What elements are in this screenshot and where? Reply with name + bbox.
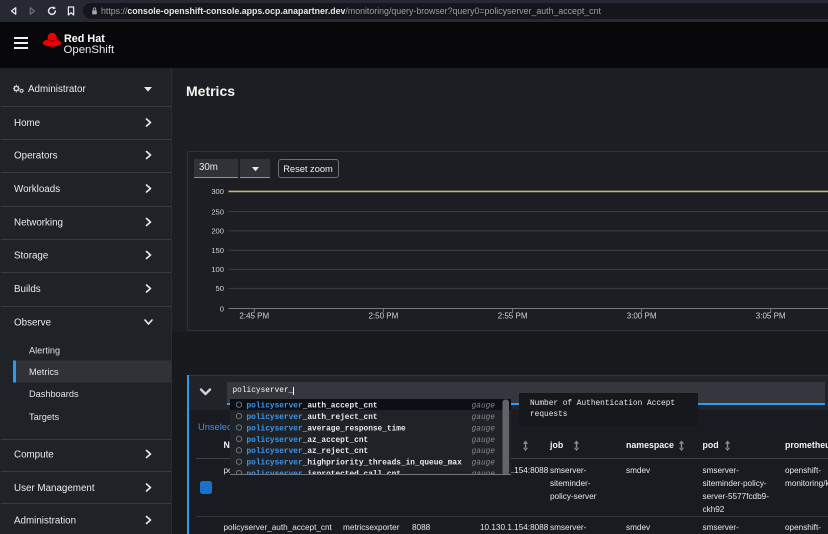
svg-text:gauge: gauge (472, 402, 496, 410)
svg-text:policyserver: policyserver (247, 471, 303, 476)
svg-text:_auth_accept_cnt: _auth_accept_cnt (302, 402, 378, 410)
svg-text:_auth_reject_cnt: _auth_reject_cnt (302, 414, 378, 422)
svg-text:gauge: gauge (472, 471, 496, 476)
svg-text:policyserver: policyserver (247, 425, 303, 433)
svg-text:policyserver: policyserver (247, 402, 303, 410)
svg-text:policyserver: policyserver (247, 448, 303, 456)
svg-text:gauge: gauge (472, 425, 496, 433)
svg-text:_az_reject_cnt: _az_reject_cnt (302, 448, 369, 456)
svg-text:_isprotected_call_cnt: _isprotected_call_cnt (302, 471, 401, 476)
svg-text:policyserver: policyserver (247, 459, 303, 467)
svg-text:policyserver: policyserver (247, 436, 303, 444)
svg-text:_az_accept_cnt: _az_accept_cnt (302, 436, 369, 444)
svg-text:gauge: gauge (472, 436, 496, 444)
svg-text:gauge: gauge (472, 414, 496, 422)
svg-text:_average_response_time: _average_response_time (302, 425, 406, 433)
svg-text:policyserver: policyserver (247, 414, 303, 422)
svg-text:gauge: gauge (472, 459, 496, 467)
svg-text:gauge: gauge (472, 448, 496, 456)
svg-text:_highpriority_threads_in_queue: _highpriority_threads_in_queue_max (302, 459, 462, 467)
